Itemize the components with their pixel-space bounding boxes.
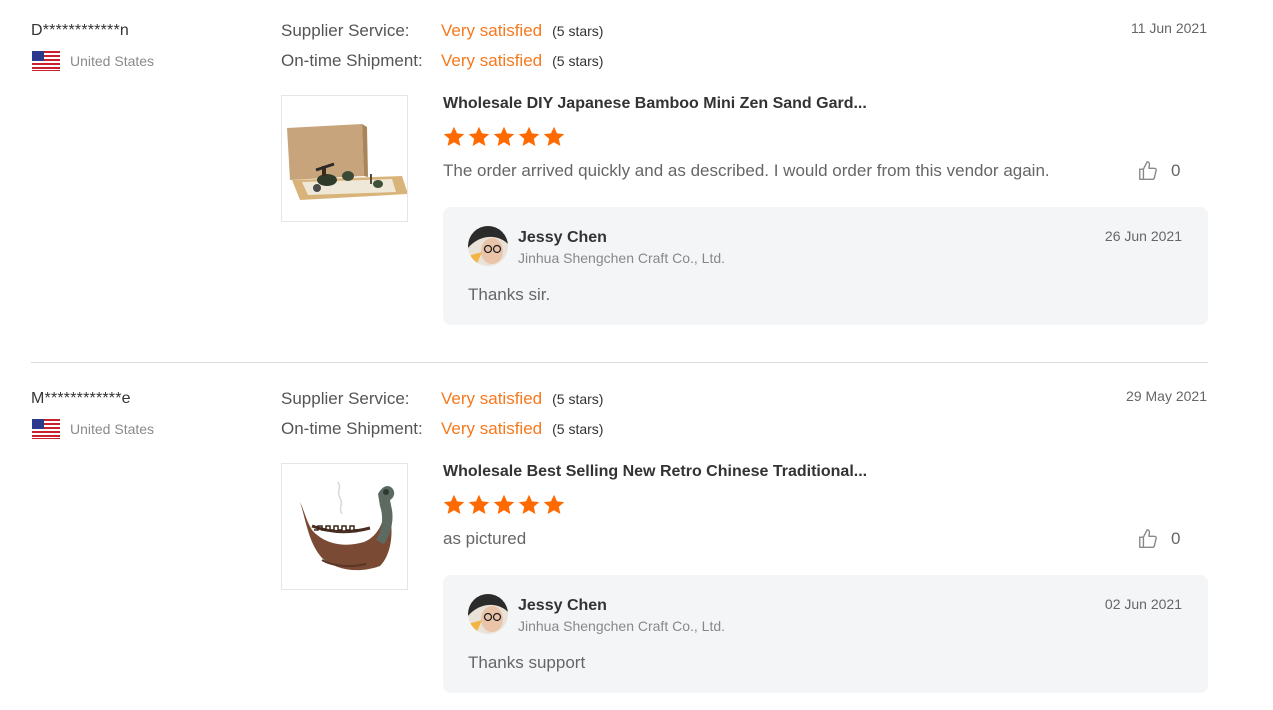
avatar [468,594,508,634]
review-date: 11 Jun 2021 [1130,20,1207,36]
thumbs-up-icon [1139,161,1157,180]
product-title[interactable]: Wholesale DIY Japanese Bamboo Mini Zen S… [443,95,867,113]
supplier-service-label: Supplier Service: [281,21,410,40]
shipment-stars: (5 stars) [552,53,604,69]
shipment-label: On-time Shipment: [281,419,423,438]
star-icon [468,126,490,146]
star-icon [493,494,515,514]
supplier-reply: Jessy Chen Jinhua Shengchen Craft Co., L… [443,207,1208,325]
shipment-rating: On-time Shipment: Very satisfied (5 star… [281,419,603,439]
review-text: as pictured [443,529,527,548]
us-flag-icon [32,51,60,71]
supplier-service-stars: (5 stars) [552,23,604,39]
like-button[interactable]: 0 [1137,528,1180,550]
reply-date: 02 Jun 2021 [1104,596,1182,612]
review-item: M************e United States Supplier Se… [0,368,1273,710]
thumbs-up-icon [1139,529,1157,548]
shipment-label: On-time Shipment: [281,51,423,70]
reviewer-name: M************e [31,390,131,407]
review-star-rating [442,125,567,149]
product-image[interactable] [281,95,408,222]
supplier-service-value: Very satisfied [441,21,543,40]
product-image[interactable] [281,463,408,590]
shipment-stars: (5 stars) [552,421,604,437]
country-name: United States [70,53,155,69]
reply-author-name: Jessy Chen [518,229,607,246]
supplier-reply: Jessy Chen Jinhua Shengchen Craft Co., L… [443,575,1208,693]
like-count: 0 [1171,529,1181,548]
star-icon [468,494,490,514]
review-star-rating [442,493,567,517]
supplier-service-value: Very satisfied [441,389,543,408]
product-title[interactable]: Wholesale Best Selling New Retro Chinese… [443,463,867,481]
country-name: United States [70,421,155,437]
reviewer-country: United States [32,51,154,71]
supplier-service-label: Supplier Service: [281,389,410,408]
us-flag-icon [32,419,60,439]
reply-company: Jinhua Shengchen Craft Co., Ltd. [518,618,726,634]
reply-date: 26 Jun 2021 [1104,228,1182,244]
star-icon [443,494,465,514]
supplier-service-stars: (5 stars) [552,391,604,407]
star-icon [518,126,540,146]
dragon-boat-product-image [282,464,407,589]
supplier-avatar-image [468,226,508,266]
like-button[interactable]: 0 [1137,160,1180,182]
shipment-value: Very satisfied [441,51,543,70]
like-count: 0 [1171,161,1181,180]
star-icon [543,126,565,146]
supplier-service-rating: Supplier Service: Very satisfied (5 star… [281,389,603,409]
reply-company: Jinhua Shengchen Craft Co., Ltd. [518,250,726,266]
zen-garden-product-image [282,96,407,221]
reviewer-country: United States [32,419,154,439]
star-icon [443,126,465,146]
shipment-rating: On-time Shipment: Very satisfied (5 star… [281,51,603,71]
reply-author-name: Jessy Chen [518,597,607,614]
supplier-service-rating: Supplier Service: Very satisfied (5 star… [281,21,603,41]
review-item: D************n United States Supplier Se… [0,0,1273,362]
reply-text: Thanks sir. [468,285,551,304]
supplier-avatar-image [468,594,508,634]
avatar [468,226,508,266]
review-divider [31,362,1208,363]
star-icon [493,126,515,146]
star-icon [543,494,565,514]
review-text: The order arrived quickly and as describ… [443,161,1050,180]
star-icon [518,494,540,514]
review-date: 29 May 2021 [1126,388,1207,404]
shipment-value: Very satisfied [441,419,543,438]
reviewer-name: D************n [31,22,129,39]
reply-text: Thanks support [468,653,586,672]
